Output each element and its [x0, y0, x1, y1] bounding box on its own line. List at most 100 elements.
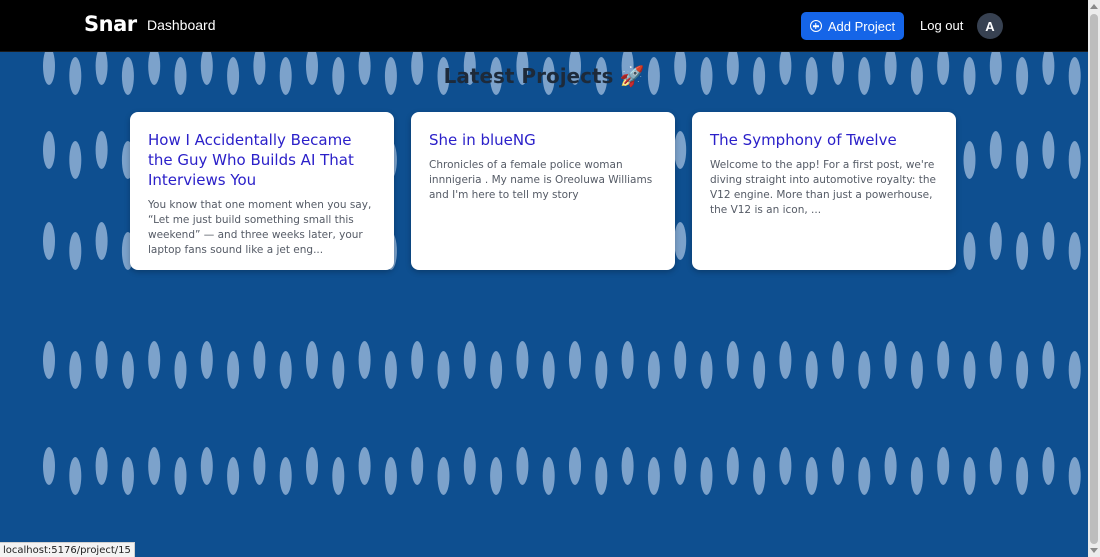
- pattern-leaf: [306, 341, 318, 379]
- add-project-label: Add Project: [827, 18, 896, 34]
- page-title-text: Latest Projects: [443, 64, 614, 88]
- project-card[interactable]: How I Accidentally Became the Guy Who Bu…: [130, 112, 394, 270]
- pattern-leaf: [726, 447, 739, 485]
- pattern-leaf: [621, 447, 634, 485]
- pattern-leaf: [463, 447, 476, 485]
- pattern-leaf: [753, 457, 766, 495]
- pattern-leaf: [1042, 341, 1055, 379]
- pattern-leaf: [516, 447, 529, 485]
- pattern-leaf: [832, 341, 844, 379]
- project-card-title[interactable]: She in blueNG: [429, 130, 657, 150]
- pattern-leaf: [69, 351, 82, 389]
- pattern-leaf: [1068, 351, 1081, 389]
- pattern-leaf: [306, 447, 318, 485]
- project-card[interactable]: She in blueNG Chronicles of a female pol…: [411, 112, 675, 270]
- pattern-leaf: [963, 141, 976, 179]
- pattern-leaf: [1016, 141, 1029, 179]
- project-card-excerpt: Chronicles of a female police woman innn…: [429, 159, 653, 201]
- pattern-leaf: [43, 131, 55, 169]
- pattern-leaf: [148, 447, 161, 485]
- pattern-leaf: [1068, 457, 1081, 495]
- project-card[interactable]: The Symphony of Twelve Welcome to the ap…: [692, 112, 956, 270]
- pattern-leaf: [1068, 141, 1081, 179]
- nav-link-dashboard[interactable]: Dashboard: [147, 17, 216, 33]
- pattern-leaf: [858, 457, 871, 495]
- pattern-leaf: [1042, 131, 1055, 169]
- pattern-leaf: [910, 457, 923, 495]
- pattern-leaf: [411, 341, 424, 379]
- pattern-leaf: [463, 341, 476, 379]
- pattern-leaf: [963, 232, 976, 270]
- vertical-scrollbar[interactable]: [1088, 0, 1100, 557]
- pattern-leaf: [989, 222, 1002, 260]
- pattern-leaf: [437, 351, 450, 389]
- project-card-excerpt: Welcome to the app! For a first post, we…: [710, 159, 936, 216]
- pattern-leaf: [200, 447, 213, 485]
- pattern-leaf: [542, 351, 555, 389]
- navbar: Snar Dashboard Add Project Log out A: [0, 0, 1088, 52]
- pattern-leaf: [858, 351, 871, 389]
- pattern-leaf: [832, 447, 844, 485]
- pattern-leaf: [674, 131, 687, 169]
- pattern-leaf: [279, 351, 292, 389]
- project-card-title[interactable]: How I Accidentally Became the Guy Who Bu…: [148, 130, 376, 190]
- pattern-leaf: [200, 341, 213, 379]
- pattern-leaf: [43, 222, 55, 260]
- pattern-leaf: [1042, 222, 1055, 260]
- status-bar-url: localhost:5176/project/15: [0, 542, 135, 557]
- pattern-leaf: [227, 457, 240, 495]
- pattern-leaf: [490, 351, 503, 389]
- page-title: Latest Projects 🚀: [0, 64, 1088, 88]
- brand-logo[interactable]: Snar: [84, 12, 137, 36]
- logout-button[interactable]: Log out: [920, 18, 963, 33]
- rocket-icon: 🚀: [619, 64, 645, 88]
- pattern-leaf: [1042, 447, 1055, 485]
- pattern-leaf: [542, 457, 555, 495]
- pattern-leaf: [595, 351, 608, 389]
- pattern-leaf: [937, 341, 950, 379]
- pattern-leaf: [700, 351, 713, 389]
- pattern-leaf: [779, 447, 792, 485]
- pattern-leaf: [69, 232, 82, 270]
- scrollbar-thumb[interactable]: [1090, 14, 1098, 544]
- pattern-leaf: [148, 341, 161, 379]
- pattern-leaf: [647, 457, 660, 495]
- pattern-leaf: [779, 341, 792, 379]
- pattern-leaf: [674, 222, 687, 260]
- pattern-leaf: [963, 351, 976, 389]
- pattern-leaf: [69, 141, 82, 179]
- scroll-up-arrow-icon[interactable]: [1090, 4, 1098, 9]
- pattern-leaf: [437, 457, 450, 495]
- pattern-leaf: [1016, 457, 1029, 495]
- pattern-leaf: [95, 447, 108, 485]
- pattern-leaf: [647, 351, 660, 389]
- pattern-leaf: [227, 351, 240, 389]
- pattern-leaf: [174, 457, 187, 495]
- avatar[interactable]: A: [977, 13, 1003, 39]
- pattern-leaf: [384, 457, 397, 495]
- pattern-leaf: [621, 341, 634, 379]
- pattern-leaf: [595, 457, 608, 495]
- pattern-leaf: [411, 447, 424, 485]
- pattern-leaf: [121, 351, 134, 389]
- pattern-leaf: [569, 447, 581, 485]
- pattern-leaf: [95, 222, 108, 260]
- pattern-leaf: [989, 447, 1002, 485]
- pattern-leaf: [805, 457, 818, 495]
- pattern-leaf: [43, 341, 55, 379]
- pattern-leaf: [963, 457, 976, 495]
- pattern-leaf: [989, 341, 1002, 379]
- pattern-leaf: [910, 351, 923, 389]
- add-project-button[interactable]: Add Project: [801, 12, 904, 40]
- pattern-leaf: [253, 341, 266, 379]
- pattern-leaf: [805, 351, 818, 389]
- pattern-leaf: [332, 457, 345, 495]
- pattern-leaf: [490, 457, 503, 495]
- project-card-title[interactable]: The Symphony of Twelve: [710, 130, 938, 150]
- pattern-leaf: [358, 447, 371, 485]
- pattern-leaf: [884, 341, 897, 379]
- pattern-leaf: [1068, 232, 1081, 270]
- pattern-leaf: [674, 447, 687, 485]
- pattern-leaf: [1016, 351, 1029, 389]
- scroll-down-arrow-icon[interactable]: [1090, 548, 1098, 553]
